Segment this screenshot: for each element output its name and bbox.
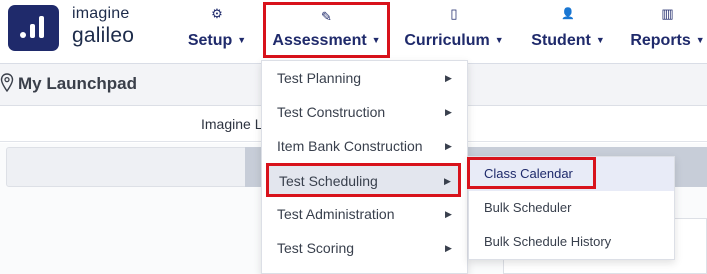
book-icon: ▯ bbox=[450, 6, 458, 21]
person-icon: 👤 bbox=[561, 8, 575, 20]
chevron-down-icon: ▼ bbox=[237, 34, 247, 45]
menu-item-test-administration[interactable]: Test Administration ▶ bbox=[262, 197, 467, 231]
nav-reports[interactable]: ▥ Reports ▼ bbox=[628, 2, 707, 58]
chevron-right-icon: ▶ bbox=[445, 107, 452, 117]
subtab-imagine[interactable]: Imagine L bbox=[201, 116, 262, 132]
submenu-item-bulk-scheduler[interactable]: Bulk Scheduler bbox=[469, 191, 674, 225]
chevron-down-icon: ▼ bbox=[695, 34, 705, 45]
assessment-dropdown-menu: Test Planning ▶ Test Construction ▶ Item… bbox=[261, 60, 468, 274]
brand-line-1: imagine bbox=[72, 5, 130, 22]
chevron-down-icon: ▼ bbox=[371, 34, 381, 45]
chevron-right-icon: ▶ bbox=[445, 209, 452, 219]
nav-setup[interactable]: ⚙ Setup ▼ bbox=[183, 2, 251, 58]
nav-reports-label: Reports bbox=[630, 32, 691, 49]
logo-bar-short bbox=[30, 24, 35, 38]
brand-line-2: galileo bbox=[72, 24, 135, 47]
submenu-item-label: Class Calendar bbox=[484, 166, 573, 181]
nav-setup-label: Setup bbox=[187, 32, 233, 49]
chevron-right-icon: ▶ bbox=[444, 176, 451, 186]
submenu-item-class-calendar[interactable]: Class Calendar bbox=[469, 157, 674, 191]
menu-item-label: Test Administration bbox=[277, 206, 395, 222]
menu-item-test-construction[interactable]: Test Construction ▶ bbox=[262, 95, 467, 129]
menu-item-label: Test Planning bbox=[277, 70, 362, 86]
nav-curriculum[interactable]: ▯ Curriculum ▼ bbox=[404, 2, 504, 58]
chevron-down-icon: ▼ bbox=[494, 34, 504, 45]
submenu-item-bulk-schedule-history[interactable]: Bulk Schedule History bbox=[469, 225, 674, 259]
test-scheduling-submenu: Class Calendar Bulk Scheduler Bulk Sched… bbox=[468, 156, 675, 260]
submenu-item-label: Bulk Schedule History bbox=[484, 234, 612, 249]
nav-assessment-label: Assessment bbox=[272, 32, 367, 49]
menu-item-test-scheduling[interactable]: Test Scheduling ▶ bbox=[266, 163, 461, 197]
galileo-logo-icon[interactable] bbox=[8, 5, 59, 51]
gear-icon: ⚙ bbox=[211, 6, 223, 21]
menu-item-test-scoring[interactable]: Test Scoring ▶ bbox=[262, 231, 467, 265]
submenu-item-label: Bulk Scheduler bbox=[484, 200, 572, 215]
menu-item-item-bank-construction[interactable]: Item Bank Construction ▶ bbox=[262, 129, 467, 163]
menu-item-label: Test Construction bbox=[277, 104, 386, 120]
chevron-right-icon: ▶ bbox=[445, 73, 452, 83]
menu-item-test-planning[interactable]: Test Planning ▶ bbox=[262, 61, 467, 95]
logo-dot bbox=[20, 32, 26, 38]
bar-chart-icon: ▥ bbox=[661, 6, 674, 21]
menu-item-label: Test Scoring bbox=[277, 240, 355, 256]
menu-item-label: Item Bank Construction bbox=[277, 138, 423, 154]
nav-student-label: Student bbox=[531, 32, 591, 49]
chevron-right-icon: ▶ bbox=[445, 141, 452, 151]
nav-curriculum-label: Curriculum bbox=[404, 32, 490, 49]
top-navbar: imagine galileo ⚙ Setup ▼ ✎ Assessment ▼ ▯… bbox=[0, 0, 707, 64]
page-title: My Launchpad bbox=[18, 74, 138, 93]
logo-bar-tall bbox=[39, 16, 44, 38]
chevron-right-icon: ▶ bbox=[445, 243, 452, 253]
nav-student[interactable]: 👤 Student ▼ bbox=[527, 2, 609, 58]
pencil-edit-icon: ✎ bbox=[321, 9, 332, 24]
nav-assessment[interactable]: ✎ Assessment ▼ bbox=[263, 2, 390, 58]
brand-wordmark[interactable]: imagine galileo bbox=[72, 5, 135, 47]
side-panel bbox=[6, 147, 261, 187]
chevron-down-icon: ▼ bbox=[595, 34, 605, 45]
map-pin-icon bbox=[0, 73, 14, 93]
menu-item-label: Test Scheduling bbox=[279, 173, 378, 189]
